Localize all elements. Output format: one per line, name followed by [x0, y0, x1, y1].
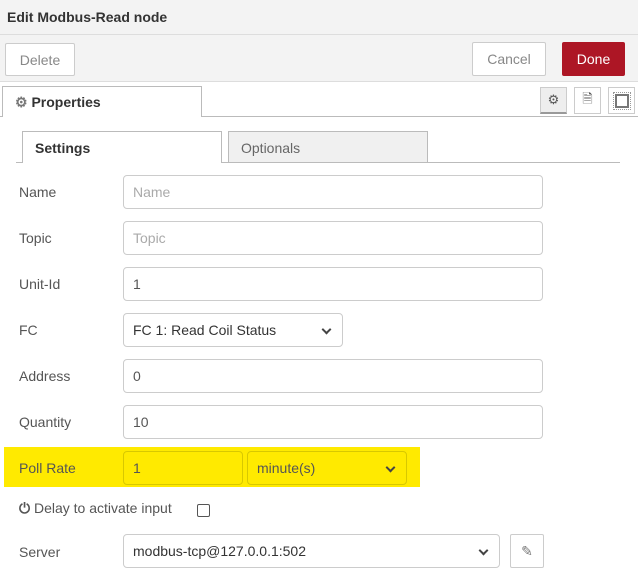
- unit-id-label: Unit-Id: [19, 276, 61, 292]
- tab-properties[interactable]: ⚙ Properties: [2, 86, 202, 117]
- fc-select[interactable]: FC 1: Read Coil Status: [123, 313, 343, 347]
- quantity-input[interactable]: 10: [123, 405, 543, 439]
- server-label: Server: [19, 544, 61, 560]
- fc-label: FC: [19, 322, 38, 338]
- edit-server-button[interactable]: ✎: [510, 534, 544, 568]
- description-icon[interactable]: 🗎: [574, 87, 601, 114]
- gear-icon[interactable]: ⚙: [540, 87, 567, 114]
- address-input[interactable]: 0: [123, 359, 543, 393]
- name-label: Name: [19, 184, 57, 200]
- pencil-icon: ✎: [521, 542, 533, 559]
- done-button[interactable]: Done: [562, 42, 625, 76]
- gear-icon: ⚙: [15, 94, 28, 110]
- poll-rate-input[interactable]: 1: [123, 451, 243, 485]
- frame-shape: [612, 91, 631, 110]
- poll-rate-label: Poll Rate: [19, 460, 76, 476]
- topic-label: Topic: [19, 230, 52, 246]
- tab-settings[interactable]: Settings: [22, 131, 222, 163]
- unit-id-input[interactable]: 1: [123, 267, 543, 301]
- power-icon: ⏻: [19, 500, 31, 516]
- poll-rate-unit-select[interactable]: minute(s): [247, 451, 407, 485]
- tab-optionals[interactable]: Optionals: [228, 131, 428, 162]
- name-input[interactable]: Name: [123, 175, 543, 209]
- server-select[interactable]: modbus-tcp@127.0.0.1:502: [123, 534, 500, 568]
- delay-checkbox[interactable]: [197, 504, 210, 517]
- appearance-icon[interactable]: [608, 87, 635, 114]
- tab-properties-label: Properties: [31, 94, 101, 110]
- cancel-button[interactable]: Cancel: [472, 42, 546, 76]
- delay-label-text: Delay to activate input: [33, 500, 172, 516]
- delete-button[interactable]: Delete: [5, 43, 75, 76]
- address-label: Address: [19, 368, 71, 384]
- delay-label: ⏻ Delay to activate input: [19, 500, 172, 517]
- quantity-label: Quantity: [19, 414, 72, 430]
- dialog-title: Edit Modbus-Read node: [0, 0, 638, 35]
- topic-input[interactable]: Topic: [123, 221, 543, 255]
